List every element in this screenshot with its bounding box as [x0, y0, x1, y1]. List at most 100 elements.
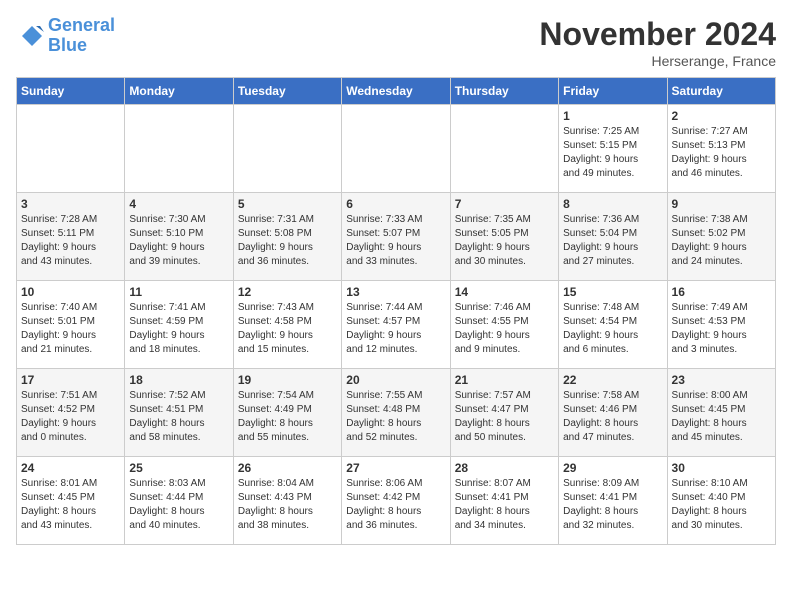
day-number: 6	[346, 197, 445, 211]
day-cell: 15 Sunrise: 7:48 AM Sunset: 4:54 PM Dayli…	[559, 281, 667, 369]
logo-text: General Blue	[48, 16, 115, 56]
day-number: 14	[455, 285, 554, 299]
cell-content: Sunrise: 7:43 AM Sunset: 4:58 PM Dayligh…	[238, 301, 337, 357]
day-cell: 27 Sunrise: 8:06 AM Sunset: 4:42 PM Dayli…	[342, 457, 450, 545]
week-row-1: 3 Sunrise: 7:28 AM Sunset: 5:11 PM Daylig…	[17, 193, 776, 281]
day-number: 17	[21, 373, 120, 387]
day-number: 2	[672, 109, 771, 123]
day-number: 7	[455, 197, 554, 211]
cell-content: Sunrise: 7:36 AM Sunset: 5:04 PM Dayligh…	[563, 213, 662, 269]
day-cell: 12 Sunrise: 7:43 AM Sunset: 4:58 PM Dayli…	[233, 281, 341, 369]
day-number: 5	[238, 197, 337, 211]
cell-content: Sunrise: 8:06 AM Sunset: 4:42 PM Dayligh…	[346, 477, 445, 533]
day-cell: 25 Sunrise: 8:03 AM Sunset: 4:44 PM Dayli…	[125, 457, 233, 545]
cell-content: Sunrise: 8:03 AM Sunset: 4:44 PM Dayligh…	[129, 477, 228, 533]
day-number: 27	[346, 461, 445, 475]
day-cell: 24Sunrise: 8:01 AM Sunset: 4:45 PM Dayli…	[17, 457, 125, 545]
day-cell: 7 Sunrise: 7:35 AM Sunset: 5:05 PM Daylig…	[450, 193, 558, 281]
calendar-table: SundayMondayTuesdayWednesdayThursdayFrid…	[16, 77, 776, 545]
cell-content: Sunrise: 7:54 AM Sunset: 4:49 PM Dayligh…	[238, 389, 337, 445]
col-header-sunday: Sunday	[17, 78, 125, 105]
cell-content: Sunrise: 7:31 AM Sunset: 5:08 PM Dayligh…	[238, 213, 337, 269]
day-cell: 11 Sunrise: 7:41 AM Sunset: 4:59 PM Dayli…	[125, 281, 233, 369]
day-number: 18	[129, 373, 228, 387]
day-number: 25	[129, 461, 228, 475]
week-row-3: 17 Sunrise: 7:51 AM Sunset: 4:52 PM Dayli…	[17, 369, 776, 457]
cell-content: Sunrise: 7:49 AM Sunset: 4:53 PM Dayligh…	[672, 301, 771, 357]
day-cell: 8 Sunrise: 7:36 AM Sunset: 5:04 PM Daylig…	[559, 193, 667, 281]
day-cell: 28 Sunrise: 8:07 AM Sunset: 4:41 PM Dayli…	[450, 457, 558, 545]
day-cell: 5 Sunrise: 7:31 AM Sunset: 5:08 PM Daylig…	[233, 193, 341, 281]
day-number: 8	[563, 197, 662, 211]
cell-content: Sunrise: 7:28 AM Sunset: 5:11 PM Dayligh…	[21, 213, 120, 269]
cell-content: Sunrise: 8:00 AM Sunset: 4:45 PM Dayligh…	[672, 389, 771, 445]
day-number: 15	[563, 285, 662, 299]
day-cell: 30Sunrise: 8:10 AM Sunset: 4:40 PM Dayli…	[667, 457, 775, 545]
cell-content: Sunrise: 7:25 AM Sunset: 5:15 PM Dayligh…	[563, 125, 662, 181]
cell-content: Sunrise: 7:48 AM Sunset: 4:54 PM Dayligh…	[563, 301, 662, 357]
week-row-4: 24Sunrise: 8:01 AM Sunset: 4:45 PM Dayli…	[17, 457, 776, 545]
cell-content: Sunrise: 7:41 AM Sunset: 4:59 PM Dayligh…	[129, 301, 228, 357]
day-number: 23	[672, 373, 771, 387]
day-cell: 14 Sunrise: 7:46 AM Sunset: 4:55 PM Dayli…	[450, 281, 558, 369]
cell-content: Sunrise: 7:51 AM Sunset: 4:52 PM Dayligh…	[21, 389, 120, 445]
cell-content: Sunrise: 7:52 AM Sunset: 4:51 PM Dayligh…	[129, 389, 228, 445]
day-cell	[17, 105, 125, 193]
cell-content: Sunrise: 8:10 AM Sunset: 4:40 PM Dayligh…	[672, 477, 771, 533]
day-cell: 21Sunrise: 7:57 AM Sunset: 4:47 PM Dayli…	[450, 369, 558, 457]
cell-content: Sunrise: 7:30 AM Sunset: 5:10 PM Dayligh…	[129, 213, 228, 269]
cell-content: Sunrise: 7:35 AM Sunset: 5:05 PM Dayligh…	[455, 213, 554, 269]
cell-content: Sunrise: 8:07 AM Sunset: 4:41 PM Dayligh…	[455, 477, 554, 533]
day-number: 20	[346, 373, 445, 387]
day-cell: 4 Sunrise: 7:30 AM Sunset: 5:10 PM Daylig…	[125, 193, 233, 281]
day-cell: 10 Sunrise: 7:40 AM Sunset: 5:01 PM Dayli…	[17, 281, 125, 369]
cell-content: Sunrise: 7:46 AM Sunset: 4:55 PM Dayligh…	[455, 301, 554, 357]
day-number: 4	[129, 197, 228, 211]
cell-content: Sunrise: 7:44 AM Sunset: 4:57 PM Dayligh…	[346, 301, 445, 357]
day-number: 28	[455, 461, 554, 475]
day-cell: 6 Sunrise: 7:33 AM Sunset: 5:07 PM Daylig…	[342, 193, 450, 281]
day-cell: 16Sunrise: 7:49 AM Sunset: 4:53 PM Dayli…	[667, 281, 775, 369]
day-cell	[450, 105, 558, 193]
day-cell: 23 Sunrise: 8:00 AM Sunset: 4:45 PM Dayli…	[667, 369, 775, 457]
day-number: 1	[563, 109, 662, 123]
day-cell: 3 Sunrise: 7:28 AM Sunset: 5:11 PM Daylig…	[17, 193, 125, 281]
day-cell	[233, 105, 341, 193]
day-number: 11	[129, 285, 228, 299]
cell-content: Sunrise: 8:09 AM Sunset: 4:41 PM Dayligh…	[563, 477, 662, 533]
day-cell: 29Sunrise: 8:09 AM Sunset: 4:41 PM Dayli…	[559, 457, 667, 545]
week-row-0: 1 Sunrise: 7:25 AM Sunset: 5:15 PM Daylig…	[17, 105, 776, 193]
day-number: 9	[672, 197, 771, 211]
cell-content: Sunrise: 7:27 AM Sunset: 5:13 PM Dayligh…	[672, 125, 771, 181]
day-number: 12	[238, 285, 337, 299]
cell-content: Sunrise: 8:04 AM Sunset: 4:43 PM Dayligh…	[238, 477, 337, 533]
cell-content: Sunrise: 7:55 AM Sunset: 4:48 PM Dayligh…	[346, 389, 445, 445]
logo: General Blue	[16, 16, 115, 56]
page-header: General Blue November 2024 Herserange, F…	[16, 16, 776, 69]
cell-content: Sunrise: 7:58 AM Sunset: 4:46 PM Dayligh…	[563, 389, 662, 445]
month-title: November 2024	[539, 16, 776, 53]
cell-content: Sunrise: 7:33 AM Sunset: 5:07 PM Dayligh…	[346, 213, 445, 269]
day-cell: 13 Sunrise: 7:44 AM Sunset: 4:57 PM Dayli…	[342, 281, 450, 369]
day-cell: 19Sunrise: 7:54 AM Sunset: 4:49 PM Dayli…	[233, 369, 341, 457]
cell-content: Sunrise: 7:38 AM Sunset: 5:02 PM Dayligh…	[672, 213, 771, 269]
header-row: SundayMondayTuesdayWednesdayThursdayFrid…	[17, 78, 776, 105]
day-number: 3	[21, 197, 120, 211]
col-header-wednesday: Wednesday	[342, 78, 450, 105]
day-cell: 2 Sunrise: 7:27 AM Sunset: 5:13 PM Daylig…	[667, 105, 775, 193]
day-cell: 1 Sunrise: 7:25 AM Sunset: 5:15 PM Daylig…	[559, 105, 667, 193]
col-header-saturday: Saturday	[667, 78, 775, 105]
day-number: 24	[21, 461, 120, 475]
day-number: 21	[455, 373, 554, 387]
col-header-thursday: Thursday	[450, 78, 558, 105]
day-cell: 9 Sunrise: 7:38 AM Sunset: 5:02 PM Daylig…	[667, 193, 775, 281]
day-cell: 26Sunrise: 8:04 AM Sunset: 4:43 PM Dayli…	[233, 457, 341, 545]
col-header-monday: Monday	[125, 78, 233, 105]
cell-content: Sunrise: 7:40 AM Sunset: 5:01 PM Dayligh…	[21, 301, 120, 357]
day-cell	[342, 105, 450, 193]
day-cell: 20 Sunrise: 7:55 AM Sunset: 4:48 PM Dayli…	[342, 369, 450, 457]
title-block: November 2024 Herserange, France	[539, 16, 776, 69]
day-number: 13	[346, 285, 445, 299]
day-number: 10	[21, 285, 120, 299]
week-row-2: 10 Sunrise: 7:40 AM Sunset: 5:01 PM Dayli…	[17, 281, 776, 369]
